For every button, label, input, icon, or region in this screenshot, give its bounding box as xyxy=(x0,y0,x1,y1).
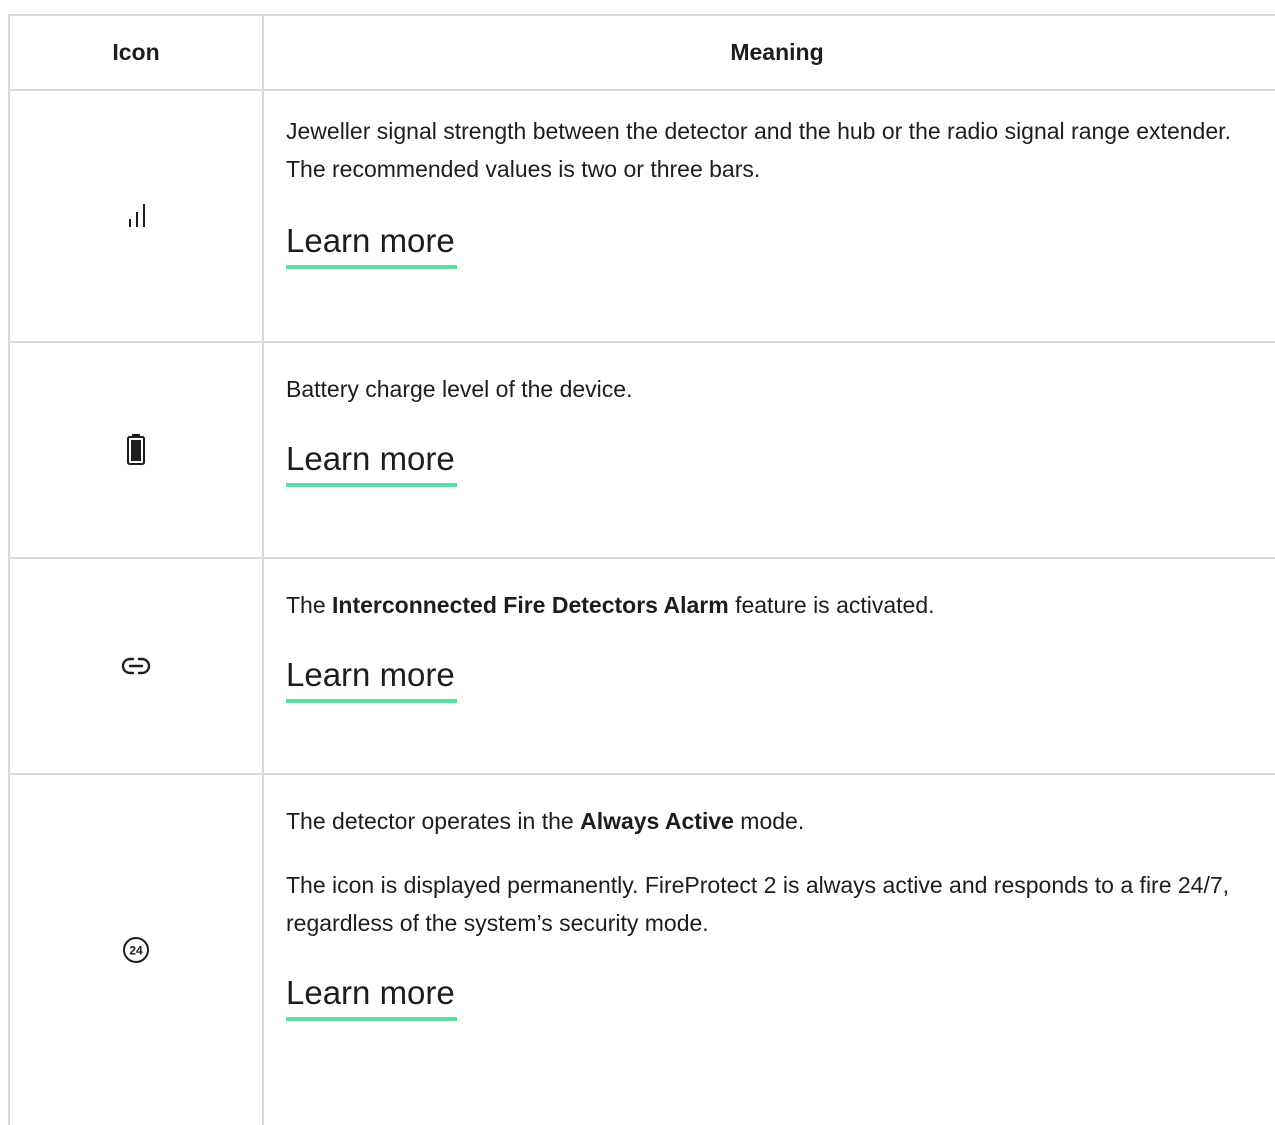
row-description-2: The icon is displayed permanently. FireP… xyxy=(286,872,1230,936)
icon-cell xyxy=(10,91,264,341)
learn-more-link[interactable]: Learn more xyxy=(286,655,457,703)
row-description: Battery charge level of the device. xyxy=(286,376,633,402)
table-row: Battery charge level of the device. Lear… xyxy=(10,343,1275,559)
icon-cell: 24 xyxy=(10,775,264,1125)
header-meaning: Meaning xyxy=(730,39,824,65)
icon-cell xyxy=(10,343,264,557)
table-header-row: Icon Meaning xyxy=(10,16,1275,91)
feature-name: Interconnected Fire Detectors Alarm xyxy=(332,592,729,618)
meaning-cell: Battery charge level of the device. Lear… xyxy=(264,343,1275,557)
meaning-cell: Jeweller signal strength between the det… xyxy=(264,91,1275,341)
meaning-cell: The detector operates in the Always Acti… xyxy=(264,775,1275,1125)
icons-table: Icon Meaning Jeweller signal strength be… xyxy=(8,14,1275,1125)
always-active-24-label: 24 xyxy=(129,944,143,958)
text-before: The detector operates in the xyxy=(286,808,581,834)
text-after: mode. xyxy=(733,808,805,834)
row-description: The Interconnected Fire Detectors Alarm … xyxy=(286,586,1270,624)
table-row: 24 The detector operates in the Always A… xyxy=(10,775,1275,1125)
text-before: The xyxy=(286,592,333,618)
battery-icon xyxy=(127,434,145,465)
table-row: Jeweller signal strength between the det… xyxy=(10,91,1275,343)
meaning-cell: The Interconnected Fire Detectors Alarm … xyxy=(264,559,1275,773)
header-icon: Icon xyxy=(10,16,264,89)
table-row: The Interconnected Fire Detectors Alarm … xyxy=(10,559,1275,775)
row-description: The detector operates in the Always Acti… xyxy=(286,802,1270,840)
icon-cell xyxy=(10,559,264,773)
learn-more-link[interactable]: Learn more xyxy=(286,439,457,487)
text-after: feature is activated. xyxy=(728,592,935,618)
mode-name: Always Active xyxy=(580,808,734,834)
link-icon xyxy=(121,657,151,675)
learn-more-link[interactable]: Learn more xyxy=(286,221,457,269)
learn-more-link[interactable]: Learn more xyxy=(286,973,457,1021)
always-active-24-icon: 24 xyxy=(123,937,149,963)
signal-strength-icon xyxy=(129,204,145,227)
row-description: Jeweller signal strength between the det… xyxy=(286,118,1231,182)
